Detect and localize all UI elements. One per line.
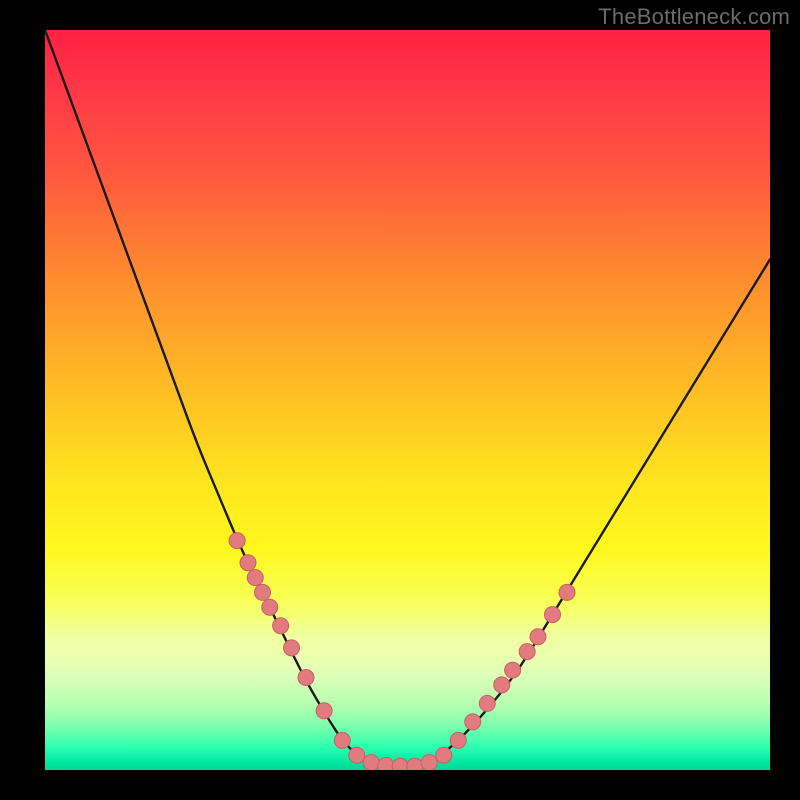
highlight-dot (407, 758, 423, 770)
highlight-dot (530, 629, 546, 645)
highlight-dot (255, 584, 271, 600)
bottleneck-curve-path (45, 30, 770, 766)
watermark-text: TheBottleneck.com (598, 4, 790, 30)
highlight-dot (436, 747, 452, 763)
highlight-dot (392, 758, 408, 770)
highlight-dot (284, 640, 300, 656)
highlight-dot (505, 662, 521, 678)
highlight-dot (240, 555, 256, 571)
highlight-dot (545, 607, 561, 623)
highlight-dot (494, 677, 510, 693)
highlight-dot (421, 755, 437, 770)
highlight-dot (479, 695, 495, 711)
highlight-dot (465, 714, 481, 730)
highlight-dot (273, 618, 289, 634)
highlight-dot (519, 644, 535, 660)
plot-area (45, 30, 770, 770)
highlight-dot (349, 747, 365, 763)
highlight-dot (229, 533, 245, 549)
highlight-dot (363, 755, 379, 770)
highlight-dot (334, 732, 350, 748)
highlight-dot (262, 599, 278, 615)
highlight-dot (450, 732, 466, 748)
curve-svg (45, 30, 770, 770)
highlight-dot (316, 703, 332, 719)
highlight-dot (247, 570, 263, 586)
highlight-dot (559, 584, 575, 600)
highlight-dot (378, 758, 394, 770)
chart-frame: TheBottleneck.com (0, 0, 800, 800)
highlight-dot (298, 670, 314, 686)
highlight-dots (229, 533, 575, 770)
